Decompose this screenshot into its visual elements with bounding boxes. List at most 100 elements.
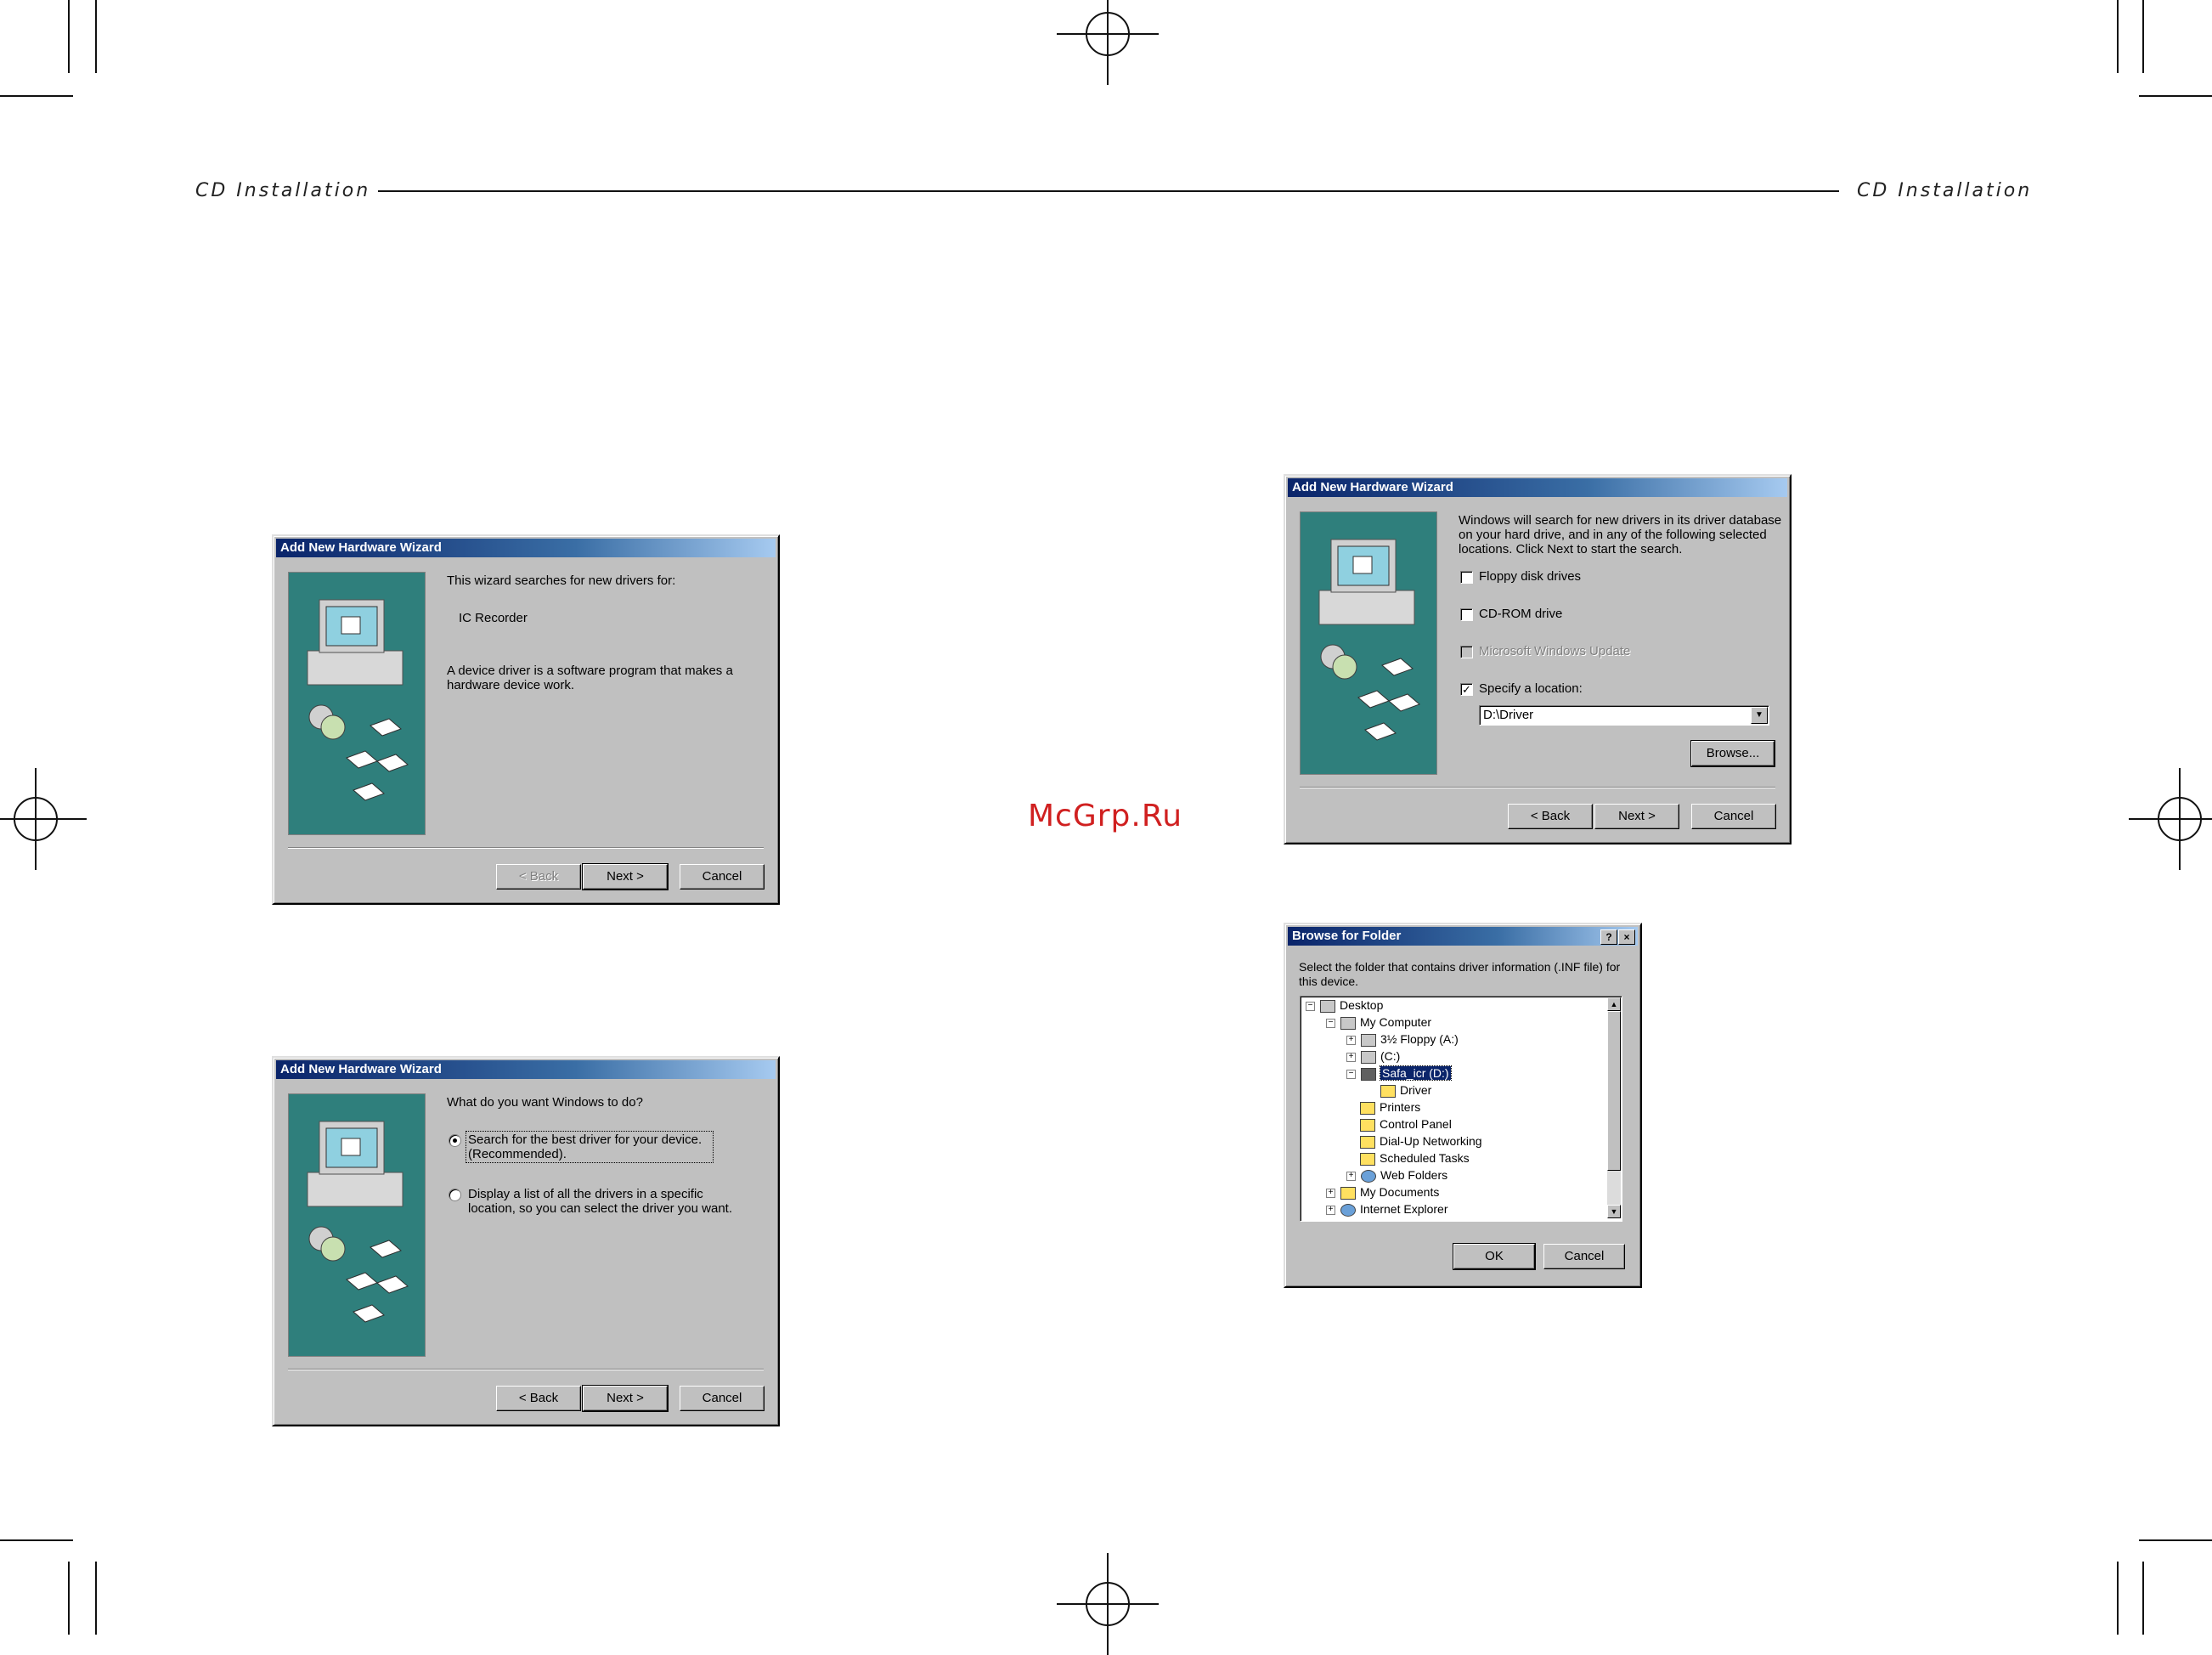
dialog-title: Add New Hardware Wizard xyxy=(1288,478,1787,497)
cancel-button[interactable]: Cancel xyxy=(1691,804,1776,829)
dialog-title: Add New Hardware Wizard xyxy=(276,539,776,557)
wizard-dialog-1: Add New Hardware Wizard This wizard sear… xyxy=(272,534,780,905)
computer-icon xyxy=(1318,539,1420,741)
tree-item-d-drive[interactable]: − Safa_icr (D:) xyxy=(1346,1065,1452,1082)
intro-line-3: locations. Click Next to start the searc… xyxy=(1459,542,1683,556)
checkbox-specify-location[interactable]: ✓ xyxy=(1460,683,1473,696)
ok-button[interactable]: OK xyxy=(1453,1243,1536,1270)
question-text: What do you want Windows to do? xyxy=(447,1095,643,1110)
collapse-icon[interactable]: − xyxy=(1346,1069,1356,1079)
folder-tree[interactable]: − Desktop − My Computer +3½ Floppy (A:) +(… xyxy=(1300,996,1622,1222)
header-left: CD Installation xyxy=(195,180,371,201)
divider xyxy=(288,847,764,849)
intro-line-2: on your hard drive, and in any of the fo… xyxy=(1459,528,1767,542)
dialog-title: Browse for Folder ? × xyxy=(1288,927,1638,946)
option-list-line-1[interactable]: Display a list of all the drivers in a s… xyxy=(468,1187,703,1201)
my-documents-icon xyxy=(1340,1186,1356,1200)
header-right: CD Installation xyxy=(1857,180,2033,201)
scheduled-tasks-icon xyxy=(1360,1152,1375,1166)
expand-icon[interactable]: + xyxy=(1346,1052,1356,1062)
back-button[interactable]: < Back xyxy=(496,864,581,890)
floppy-icon xyxy=(1361,1033,1376,1047)
radio-display-list[interactable] xyxy=(449,1189,461,1201)
tree-item-desktop[interactable]: − Desktop xyxy=(1306,997,1383,1014)
divider xyxy=(288,1369,764,1370)
option-search-line-2[interactable]: (Recommended). xyxy=(468,1147,567,1161)
label-specify-location[interactable]: Specify a location: xyxy=(1479,681,1583,696)
prompt-line-2: this device. xyxy=(1299,974,1359,988)
radio-search-best[interactable] xyxy=(449,1134,461,1147)
intro-text: This wizard searches for new drivers for… xyxy=(447,573,676,588)
option-list-line-2[interactable]: location, so you can select the driver y… xyxy=(468,1201,732,1216)
hard-drive-icon xyxy=(1361,1050,1376,1064)
wizard-illustration xyxy=(288,1093,426,1357)
label-floppy[interactable]: Floppy disk drives xyxy=(1479,569,1581,584)
tree-item-web-folders[interactable]: + Web Folders xyxy=(1346,1166,1447,1183)
next-button[interactable]: Next > xyxy=(1594,804,1679,829)
checkbox-cdrom[interactable] xyxy=(1460,608,1473,621)
label-cdrom[interactable]: CD-ROM drive xyxy=(1479,607,1562,621)
dialog-title: Add New Hardware Wizard xyxy=(276,1060,776,1079)
folder-icon xyxy=(1380,1084,1396,1098)
watermark: McGrp.Ru xyxy=(1028,799,1183,833)
tree-item-my-documents[interactable]: + My Documents xyxy=(1326,1183,1439,1200)
next-button[interactable]: Next > xyxy=(582,1385,669,1412)
divider xyxy=(1300,787,1775,788)
browse-button[interactable]: Browse... xyxy=(1690,740,1775,767)
scroll-thumb[interactable] xyxy=(1607,1011,1621,1171)
device-name: IC Recorder xyxy=(459,611,528,625)
collapse-icon[interactable]: − xyxy=(1326,1018,1335,1028)
expand-icon[interactable]: + xyxy=(1346,1171,1356,1181)
checkbox-floppy[interactable] xyxy=(1460,571,1473,584)
next-button[interactable]: Next > xyxy=(582,863,669,890)
scroll-down-icon[interactable]: ▼ xyxy=(1607,1205,1621,1218)
prompt-line-1: Select the folder that contains driver i… xyxy=(1299,960,1621,974)
expand-icon[interactable]: + xyxy=(1326,1205,1335,1215)
tree-item-my-computer[interactable]: − My Computer xyxy=(1326,1014,1431,1031)
back-button[interactable]: < Back xyxy=(1508,804,1593,829)
computer-icon xyxy=(307,599,409,801)
description-line-1: A device driver is a software program th… xyxy=(447,664,733,678)
cancel-button[interactable]: Cancel xyxy=(680,1386,765,1411)
tree-item-dialup[interactable]: Dial-Up Networking xyxy=(1360,1133,1482,1149)
computer-icon xyxy=(1340,1016,1356,1030)
expand-icon[interactable]: + xyxy=(1346,1035,1356,1045)
tree-item-c-drive[interactable]: + (C:) xyxy=(1346,1048,1400,1065)
browse-folder-dialog: Browse for Folder ? × Select the folder … xyxy=(1284,923,1642,1288)
label-windows-update: Microsoft Windows Update xyxy=(1479,644,1631,658)
intro-line-1: Windows will search for new drivers in i… xyxy=(1459,513,1782,528)
cd-drive-icon xyxy=(1361,1067,1376,1081)
header-rule xyxy=(378,190,1839,192)
location-value: D:\Driver xyxy=(1483,708,1534,722)
dialup-icon xyxy=(1360,1135,1375,1149)
tree-item-driver[interactable]: Driver xyxy=(1380,1082,1431,1099)
desktop-icon xyxy=(1320,999,1335,1013)
cancel-button[interactable]: Cancel xyxy=(680,864,765,890)
internet-explorer-icon xyxy=(1340,1203,1356,1217)
tree-item-control-panel[interactable]: Control Panel xyxy=(1360,1116,1452,1133)
web-folders-icon xyxy=(1361,1169,1376,1183)
close-icon[interactable]: × xyxy=(1618,929,1635,945)
dialog-title-text: Browse for Folder xyxy=(1292,929,1402,943)
scroll-up-icon[interactable]: ▲ xyxy=(1607,997,1621,1011)
collapse-icon[interactable]: − xyxy=(1306,1001,1315,1011)
tree-item-internet-explorer[interactable]: + Internet Explorer xyxy=(1326,1200,1448,1217)
wizard-illustration xyxy=(288,572,426,835)
back-button[interactable]: < Back xyxy=(496,1386,581,1411)
location-combobox[interactable]: D:\Driver ▼ xyxy=(1479,705,1769,726)
tree-item-scheduled-tasks[interactable]: Scheduled Tasks xyxy=(1360,1149,1470,1166)
wizard-dialog-2: Add New Hardware Wizard What do you want… xyxy=(272,1056,780,1426)
wizard-illustration xyxy=(1300,511,1437,775)
tree-item-floppy[interactable]: +3½ Floppy (A:) xyxy=(1346,1031,1459,1048)
checkbox-windows-update[interactable] xyxy=(1460,646,1473,658)
dropdown-arrow-icon[interactable]: ▼ xyxy=(1751,707,1768,724)
printers-folder-icon xyxy=(1360,1101,1375,1115)
wizard-dialog-3: Add New Hardware Wizard Windows will sea… xyxy=(1284,474,1792,844)
description-line-2: hardware device work. xyxy=(447,678,575,692)
option-search-line-1[interactable]: Search for the best driver for your devi… xyxy=(468,1133,702,1147)
expand-icon[interactable]: + xyxy=(1326,1188,1335,1198)
help-icon[interactable]: ? xyxy=(1600,929,1617,945)
cancel-button[interactable]: Cancel xyxy=(1543,1244,1625,1269)
tree-item-printers[interactable]: Printers xyxy=(1360,1099,1420,1116)
tree-scrollbar[interactable]: ▲ ▼ xyxy=(1607,997,1621,1218)
